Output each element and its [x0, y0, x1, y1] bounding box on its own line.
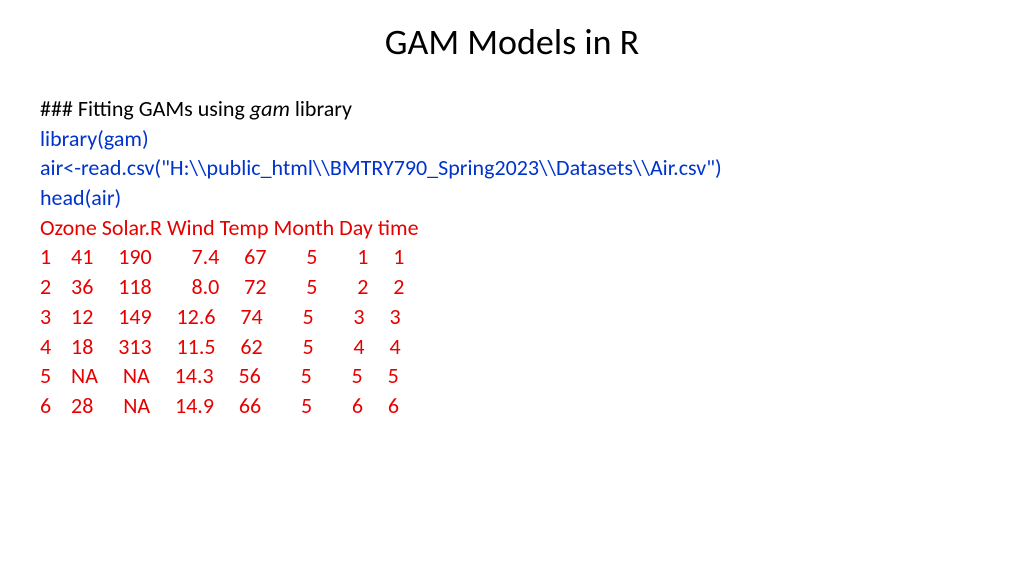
table-row: 2 36 118 8.0 72 5 2 2 — [40, 272, 984, 302]
output-header: Ozone Solar.R Wind Temp Month Day time — [40, 213, 984, 243]
table-row: 5 NA NA 14.3 56 5 5 5 — [40, 361, 984, 391]
code-line-1: library(gam) — [40, 124, 984, 154]
table-row: 1 41 190 7.4 67 5 1 1 — [40, 242, 984, 272]
code-line-2: air<-read.csv("H:\\public_html\\BMTRY790… — [40, 153, 984, 183]
table-row: 4 18 313 11.5 62 5 4 4 — [40, 332, 984, 362]
table-row: 3 12 149 12.6 74 5 3 3 — [40, 302, 984, 332]
section-italic: gam — [250, 95, 290, 122]
table-row: 6 28 NA 14.9 66 5 6 6 — [40, 391, 984, 421]
section-heading: ### Fitting GAMs using gam library — [40, 94, 984, 124]
slide-content: ### Fitting GAMs using gam library libra… — [40, 94, 984, 421]
slide: GAM Models in R ### Fitting GAMs using g… — [0, 0, 1024, 576]
code-line-3: head(air) — [40, 183, 984, 213]
section-suffix: library — [290, 95, 352, 122]
slide-title: GAM Models in R — [40, 20, 984, 64]
section-prefix: ### Fitting GAMs using — [40, 95, 250, 122]
